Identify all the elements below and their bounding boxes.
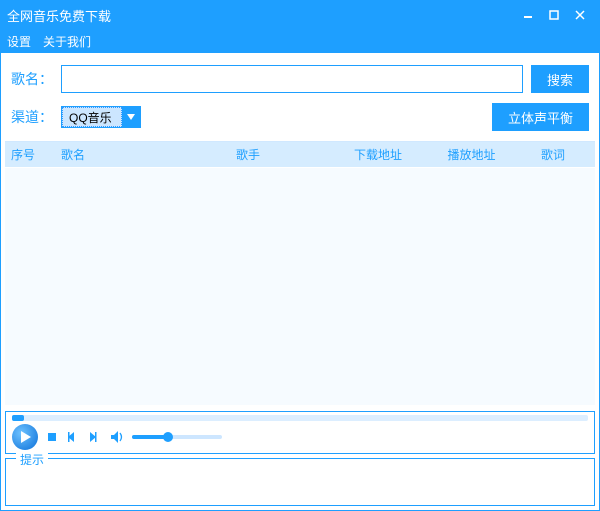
maximize-button[interactable] (541, 4, 567, 26)
player-panel (5, 411, 595, 454)
results-table: 序号 歌名 歌手 下载地址 播放地址 歌词 (5, 141, 595, 405)
next-button[interactable] (88, 429, 104, 445)
menu-bar: 设置 关于我们 (1, 29, 599, 53)
volume-icon[interactable] (110, 429, 126, 445)
tip-panel: 提示 (5, 458, 595, 506)
channel-combo[interactable]: QQ音乐 (61, 106, 141, 128)
menu-about[interactable]: 关于我们 (43, 33, 91, 50)
play-button[interactable] (12, 424, 38, 450)
prev-button[interactable] (66, 429, 82, 445)
song-label: 歌名： (11, 69, 53, 89)
title-bar: 全网音乐免费下载 (1, 1, 599, 29)
minimize-button[interactable] (515, 4, 541, 26)
window-title: 全网音乐免费下载 (7, 6, 515, 25)
stop-button[interactable] (44, 429, 60, 445)
col-play[interactable]: 播放地址 (442, 146, 536, 163)
col-download[interactable]: 下载地址 (348, 146, 442, 163)
search-row: 歌名： 搜索 (1, 53, 599, 99)
stereo-balance-button[interactable]: 立体声平衡 (492, 103, 589, 131)
col-index[interactable]: 序号 (5, 146, 55, 163)
player-controls (12, 424, 588, 450)
app-window: 全网音乐免费下载 设置 关于我们 歌名： 搜索 渠道： QQ音乐 立体声平衡 (0, 0, 600, 511)
volume-slider[interactable] (132, 435, 222, 439)
chevron-down-icon[interactable] (122, 107, 140, 127)
table-header: 序号 歌名 歌手 下载地址 播放地址 歌词 (5, 142, 595, 168)
col-name[interactable]: 歌名 (55, 146, 230, 163)
close-button[interactable] (567, 4, 593, 26)
channel-label: 渠道： (11, 107, 53, 127)
col-singer[interactable]: 歌手 (230, 146, 348, 163)
tip-label: 提示 (16, 451, 48, 468)
song-input[interactable] (61, 65, 523, 93)
search-button[interactable]: 搜索 (531, 65, 589, 93)
channel-value: QQ音乐 (62, 107, 122, 127)
menu-settings[interactable]: 设置 (7, 33, 31, 50)
table-body (5, 168, 595, 405)
progress-slider[interactable] (12, 415, 588, 421)
col-lyric[interactable]: 歌词 (535, 146, 595, 163)
channel-row: 渠道： QQ音乐 立体声平衡 (1, 99, 599, 141)
